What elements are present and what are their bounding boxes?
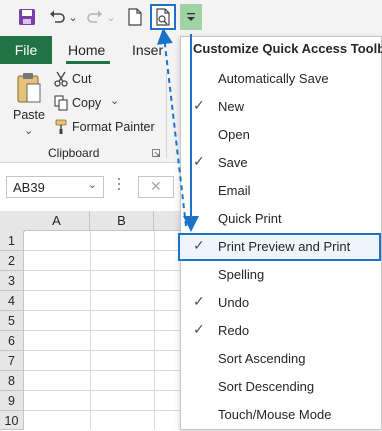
name-box-dropdown-icon[interactable]: ⌄ [88, 178, 97, 191]
menu-item-label: Undo [218, 295, 250, 310]
menu-item-automatically-save[interactable]: Automatically Save [181, 65, 381, 93]
grid-line [24, 350, 184, 351]
menu-item-label: New [218, 99, 245, 114]
copy-label: Copy [72, 96, 102, 110]
copy-dropdown-icon[interactable]: ⌄ [110, 94, 119, 107]
scissors-icon [54, 71, 68, 87]
row-header[interactable]: 6 [0, 331, 24, 351]
menu-item-label: Quick Print [218, 211, 282, 226]
redo-icon [87, 10, 103, 23]
menu-item-sort-descending[interactable]: Sort Descending [181, 373, 381, 401]
redo-button[interactable]: ⌄ [84, 4, 118, 30]
tab-home[interactable]: Home [68, 42, 105, 58]
tab-insert[interactable]: Inser [132, 42, 163, 58]
formula-bar-grip-icon [118, 178, 121, 196]
row-header[interactable]: 1 [0, 231, 24, 251]
check-icon: ✓ [193, 293, 205, 309]
menu-item-label: Redo [218, 323, 250, 338]
copy-icon [54, 95, 68, 111]
grid-line [24, 250, 184, 251]
paste-button[interactable]: Paste ⌄ [10, 72, 48, 142]
menu-item-label: Email [218, 183, 251, 198]
customize-dropdown-icon[interactable] [180, 4, 202, 30]
tab-file[interactable]: File [0, 36, 52, 64]
group-divider [166, 70, 167, 158]
grid-line [24, 330, 184, 331]
paste-dropdown-icon[interactable]: ⌄ [24, 124, 33, 137]
menu-item-label: Automatically Save [218, 71, 329, 86]
dialog-launcher-icon[interactable] [152, 149, 160, 157]
row-header[interactable]: 2 [0, 251, 24, 271]
print-preview-icon[interactable] [150, 4, 176, 30]
grid-line [24, 370, 184, 371]
column-header-b[interactable]: B [90, 211, 154, 231]
menu-item-label: Sort Ascending [218, 351, 306, 366]
row-header[interactable]: 7 [0, 351, 24, 371]
menu-item-label: Sort Descending [218, 379, 315, 394]
cut-label: Cut [72, 72, 92, 86]
check-icon: ✓ [193, 237, 205, 253]
quick-access-toolbar: ⌄ ⌄ [0, 0, 382, 36]
paintbrush-icon [55, 119, 67, 134]
select-all-corner[interactable] [0, 211, 25, 232]
undo-button[interactable]: ⌄ [46, 4, 80, 30]
menu-item-label: Print Preview and Print [218, 239, 351, 254]
redo-dropdown-icon[interactable]: ⌄ [106, 11, 115, 24]
save-icon[interactable] [14, 4, 40, 30]
new-document-icon[interactable] [122, 4, 148, 30]
menu-item-email[interactable]: Email [181, 177, 381, 205]
menu-item-spelling[interactable]: Spelling [181, 261, 381, 289]
name-box[interactable]: AB39 ⌄ [6, 176, 104, 198]
grid-line [24, 270, 184, 271]
menu-item-touch-mouse-mode[interactable]: Touch/Mouse Mode [181, 401, 381, 429]
menu-item-sort-ascending[interactable]: Sort Ascending [181, 345, 381, 373]
row-header[interactable]: 4 [0, 291, 24, 311]
row-header[interactable]: 3 [0, 271, 24, 291]
menu-item-label: Spelling [218, 267, 265, 282]
check-icon: ✓ [193, 321, 205, 337]
row-header[interactable]: 5 [0, 311, 24, 331]
undo-icon [50, 10, 66, 23]
menu-item-print-preview-and-print[interactable]: ✓ Print Preview and Print [178, 233, 381, 261]
row-header[interactable]: 8 [0, 371, 24, 391]
check-icon: ✓ [193, 153, 205, 169]
grid-line [24, 390, 184, 391]
menu-item-undo[interactable]: ✓ Undo [181, 289, 381, 317]
menu-item-quick-print[interactable]: Quick Print [181, 205, 381, 233]
row-header[interactable]: 10 [0, 411, 24, 430]
menu-item-label: Save [218, 155, 248, 170]
customize-qat-menu: Customize Quick Access Toolbar Automatic… [178, 36, 382, 430]
menu-item-label: Touch/Mouse Mode [218, 407, 332, 422]
menu-item-label: Open [218, 127, 250, 142]
clipboard-paste-icon [17, 73, 41, 103]
column-header-a[interactable]: A [24, 211, 90, 231]
close-icon: ✕ [150, 178, 162, 194]
row-header[interactable]: 9 [0, 391, 24, 411]
menu-item-open[interactable]: Open [181, 121, 381, 149]
format-painter-label: Format Painter [72, 120, 155, 134]
check-icon: ✓ [193, 97, 205, 113]
menu-item-new[interactable]: ✓ New [181, 93, 381, 121]
menu-item-redo[interactable]: ✓ Redo [181, 317, 381, 345]
menu-item-save[interactable]: ✓ Save [181, 149, 381, 177]
grid-line [24, 410, 184, 411]
menu-title: Customize Quick Access Toolbar [193, 41, 382, 56]
cancel-button[interactable]: ✕ [138, 176, 174, 198]
undo-dropdown-icon[interactable]: ⌄ [68, 11, 77, 24]
clipboard-group-label: Clipboard [48, 146, 100, 160]
name-box-value: AB39 [13, 179, 45, 195]
paste-label: Paste [13, 108, 45, 122]
grid-line [24, 290, 184, 291]
grid-line [24, 310, 184, 311]
